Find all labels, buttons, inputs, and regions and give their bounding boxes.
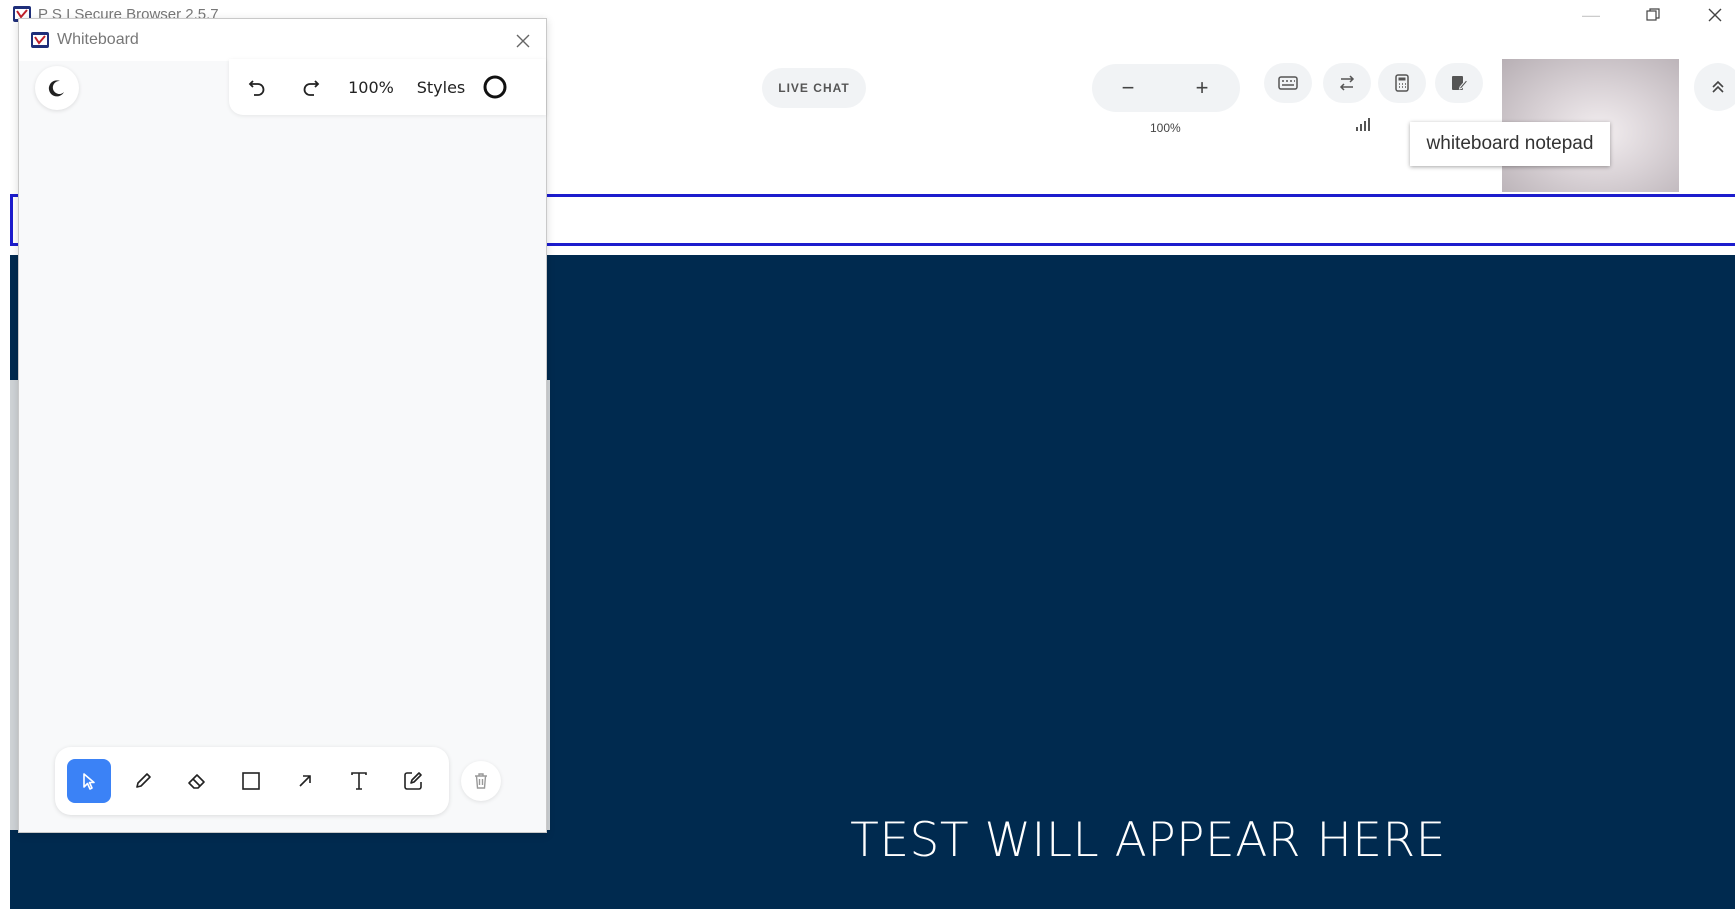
delete-button[interactable]	[461, 761, 501, 801]
trash-icon	[475, 773, 487, 789]
switch-icon	[1339, 75, 1355, 91]
styles-button[interactable]: Styles	[411, 71, 471, 103]
whiteboard-close-button[interactable]	[509, 27, 537, 55]
zoom-in-button[interactable]: +	[1186, 72, 1218, 104]
arrow-tool[interactable]	[283, 759, 327, 803]
text-icon	[351, 772, 367, 790]
whiteboard-title: Whiteboard	[57, 31, 139, 48]
note-edit-icon	[404, 772, 422, 790]
calculator-button[interactable]	[1378, 63, 1426, 103]
whiteboard-logo-icon	[31, 32, 49, 48]
undo-icon	[248, 80, 265, 96]
zoom-level: 100%	[1150, 121, 1181, 135]
collapse-button[interactable]	[1694, 63, 1735, 111]
zoom-out-button[interactable]: −	[1112, 72, 1144, 104]
whiteboard-top-toolbar: 100% Styles	[229, 59, 546, 115]
whiteboard-window[interactable]: Whiteboard 100% Styles	[18, 18, 547, 833]
dark-mode-button[interactable]	[35, 66, 79, 110]
notepad-button[interactable]	[1435, 63, 1483, 103]
eraser-tool[interactable]	[175, 759, 219, 803]
tooltip: whiteboard notepad	[1410, 122, 1610, 166]
note-tool[interactable]	[391, 759, 435, 803]
calculator-icon	[1395, 74, 1409, 92]
test-placeholder-text: TEST WILL APPEAR HERE	[850, 813, 1446, 868]
text-tool[interactable]	[337, 759, 381, 803]
close-icon	[1708, 8, 1722, 22]
moon-icon	[48, 80, 64, 97]
signal-icon	[1356, 118, 1370, 131]
keyboard-button[interactable]	[1264, 63, 1312, 103]
pencil-icon	[136, 773, 151, 788]
undo-button[interactable]	[241, 71, 273, 103]
collapse-icon	[1712, 80, 1724, 93]
restore-button[interactable]	[1630, 2, 1676, 28]
rectangle-tool[interactable]	[229, 759, 273, 803]
switch-button[interactable]	[1323, 63, 1371, 103]
keyboard-icon	[1278, 76, 1298, 90]
eraser-icon	[188, 774, 205, 789]
close-window-button[interactable]	[1692, 2, 1735, 28]
redo-icon	[303, 80, 320, 96]
pencil-tool[interactable]	[121, 759, 165, 803]
color-picker-button[interactable]	[479, 71, 511, 103]
whiteboard-tool-palette	[55, 747, 449, 815]
whiteboard-title-bar[interactable]: Whiteboard	[19, 19, 546, 61]
arrow-icon	[299, 775, 311, 787]
minimize-button[interactable]: —	[1568, 2, 1614, 28]
cursor-icon	[83, 773, 95, 790]
whiteboard-zoom-level[interactable]: 100%	[341, 71, 401, 103]
rectangle-icon	[242, 772, 260, 790]
redo-button[interactable]	[295, 71, 327, 103]
close-icon	[516, 34, 530, 48]
zoom-control: − +	[1092, 64, 1240, 112]
select-tool[interactable]	[67, 759, 111, 803]
live-chat-button[interactable]: LIVE CHAT	[762, 68, 866, 108]
restore-icon	[1646, 8, 1660, 21]
circle-icon	[483, 75, 507, 99]
notepad-icon	[1452, 76, 1468, 90]
